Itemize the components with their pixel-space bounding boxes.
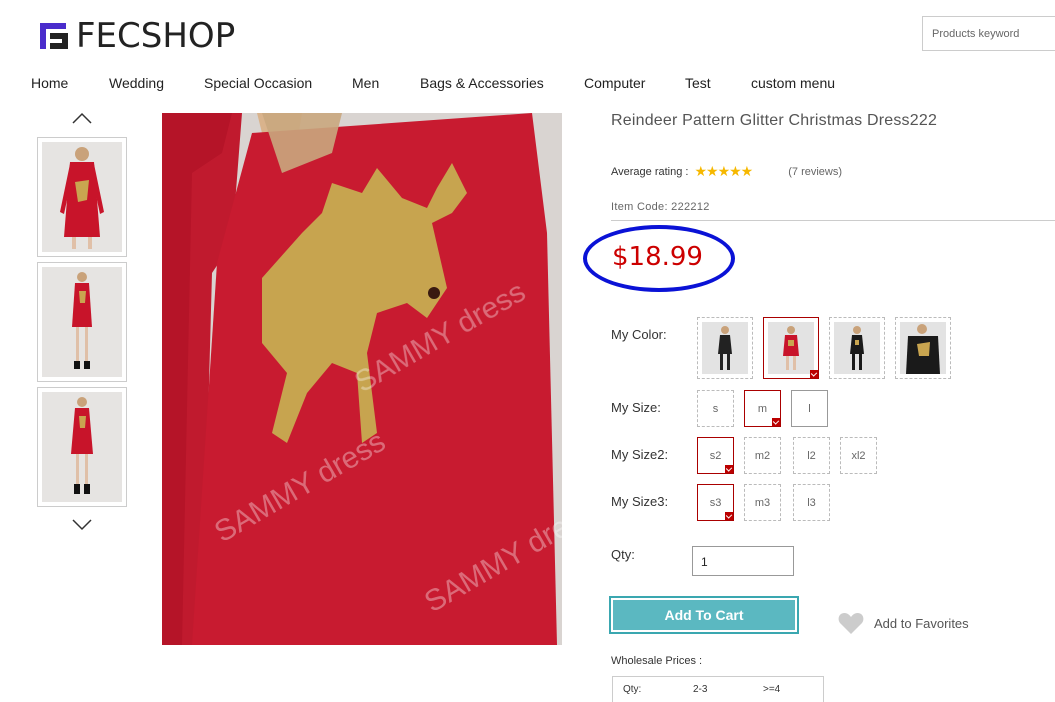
color-option-1[interactable] [697,317,753,379]
size2-option-l2[interactable]: l2 [793,437,830,474]
size2-option-m2[interactable]: m2 [744,437,781,474]
rating-row: Average rating : ★★★★★ (7 reviews) [611,163,842,180]
thumbnail-image [42,267,122,377]
wholesale-header-range-1: 2-3 [693,684,708,695]
color-swatch-image [768,322,814,374]
product-title: Reindeer Pattern Glitter Christmas Dress… [611,112,938,129]
site-logo[interactable]: FECSHOP [38,18,235,54]
main-nav: Home Wedding Special Occasion Men Bags &… [31,75,835,91]
size3-option-l3[interactable]: l3 [793,484,830,521]
nav-item-home[interactable]: Home [31,75,109,91]
thumbnail-image [42,142,122,252]
size3-option-m3[interactable]: m3 [744,484,781,521]
color-option-2[interactable] [763,317,819,379]
thumbnail-image [42,392,122,502]
size2-option-xl2[interactable]: xl2 [840,437,877,474]
size2-label: My Size2: [611,447,669,462]
add-to-favorites-link[interactable]: Add to Favorites [838,611,969,635]
search-input[interactable]: Products keyword [922,16,1055,51]
size-option-label: s3 [709,496,722,509]
selected-check-icon [725,465,733,473]
color-swatch-image [702,322,748,374]
nav-item-custom-menu[interactable]: custom menu [751,75,835,91]
nav-item-special-occasion[interactable]: Special Occasion [204,75,352,91]
color-label: My Color: [611,327,667,342]
nav-item-computer[interactable]: Computer [584,75,685,91]
thumbnail-3[interactable] [37,387,127,507]
heart-icon [838,613,864,634]
add-to-cart-label: Add To Cart [613,600,795,630]
size-option-label: s2 [709,449,722,462]
chevron-up-icon[interactable] [72,112,92,124]
size-option-l[interactable]: l [791,390,828,427]
product-price: $18.99 [612,242,703,272]
size-option-s[interactable]: s [697,390,734,427]
divider [611,220,1055,221]
chevron-down-icon[interactable] [72,519,92,531]
qty-input[interactable]: 1 [692,546,794,576]
selected-check-icon [810,370,818,378]
item-code: Item Code: 222212 [611,201,710,213]
nav-item-wedding[interactable]: Wedding [109,75,204,91]
nav-item-test[interactable]: Test [685,75,751,91]
wholesale-header-range-2: >=4 [763,684,781,695]
wholesale-label: Wholesale Prices : [611,655,703,667]
selected-check-icon [725,512,733,520]
size-label: My Size: [611,400,661,415]
color-swatch-image [834,322,880,374]
size-option-label: m [757,402,768,415]
nav-item-bags-accessories[interactable]: Bags & Accessories [420,75,584,91]
add-to-cart-button[interactable]: Add To Cart [609,596,799,634]
logo-text: FECSHOP [76,16,236,56]
size2-option-s2[interactable]: s2 [697,437,734,474]
nav-item-men[interactable]: Men [352,75,420,91]
color-option-3[interactable] [829,317,885,379]
color-swatch-image [900,322,946,374]
size3-option-s3[interactable]: s3 [697,484,734,521]
logo-mark-icon [40,23,68,49]
reviews-link[interactable]: (7 reviews) [788,166,842,178]
main-product-image[interactable]: SAMMY dress SAMMY dress SAMMY dre [162,113,562,645]
thumbnail-1[interactable] [37,137,127,257]
selected-check-icon [772,418,780,426]
color-option-4[interactable] [895,317,951,379]
star-rating-icon: ★★★★★ [694,163,753,179]
size-option-m[interactable]: m [744,390,781,427]
size3-label: My Size3: [611,494,669,509]
add-to-favorites-label: Add to Favorites [874,615,969,631]
wholesale-table: Qty: 2-3 >=4 [612,676,824,702]
thumbnail-2[interactable] [37,262,127,382]
rating-label: Average rating : [611,165,689,178]
wholesale-header-qty: Qty: [623,684,642,695]
qty-label: Qty: [611,547,635,562]
